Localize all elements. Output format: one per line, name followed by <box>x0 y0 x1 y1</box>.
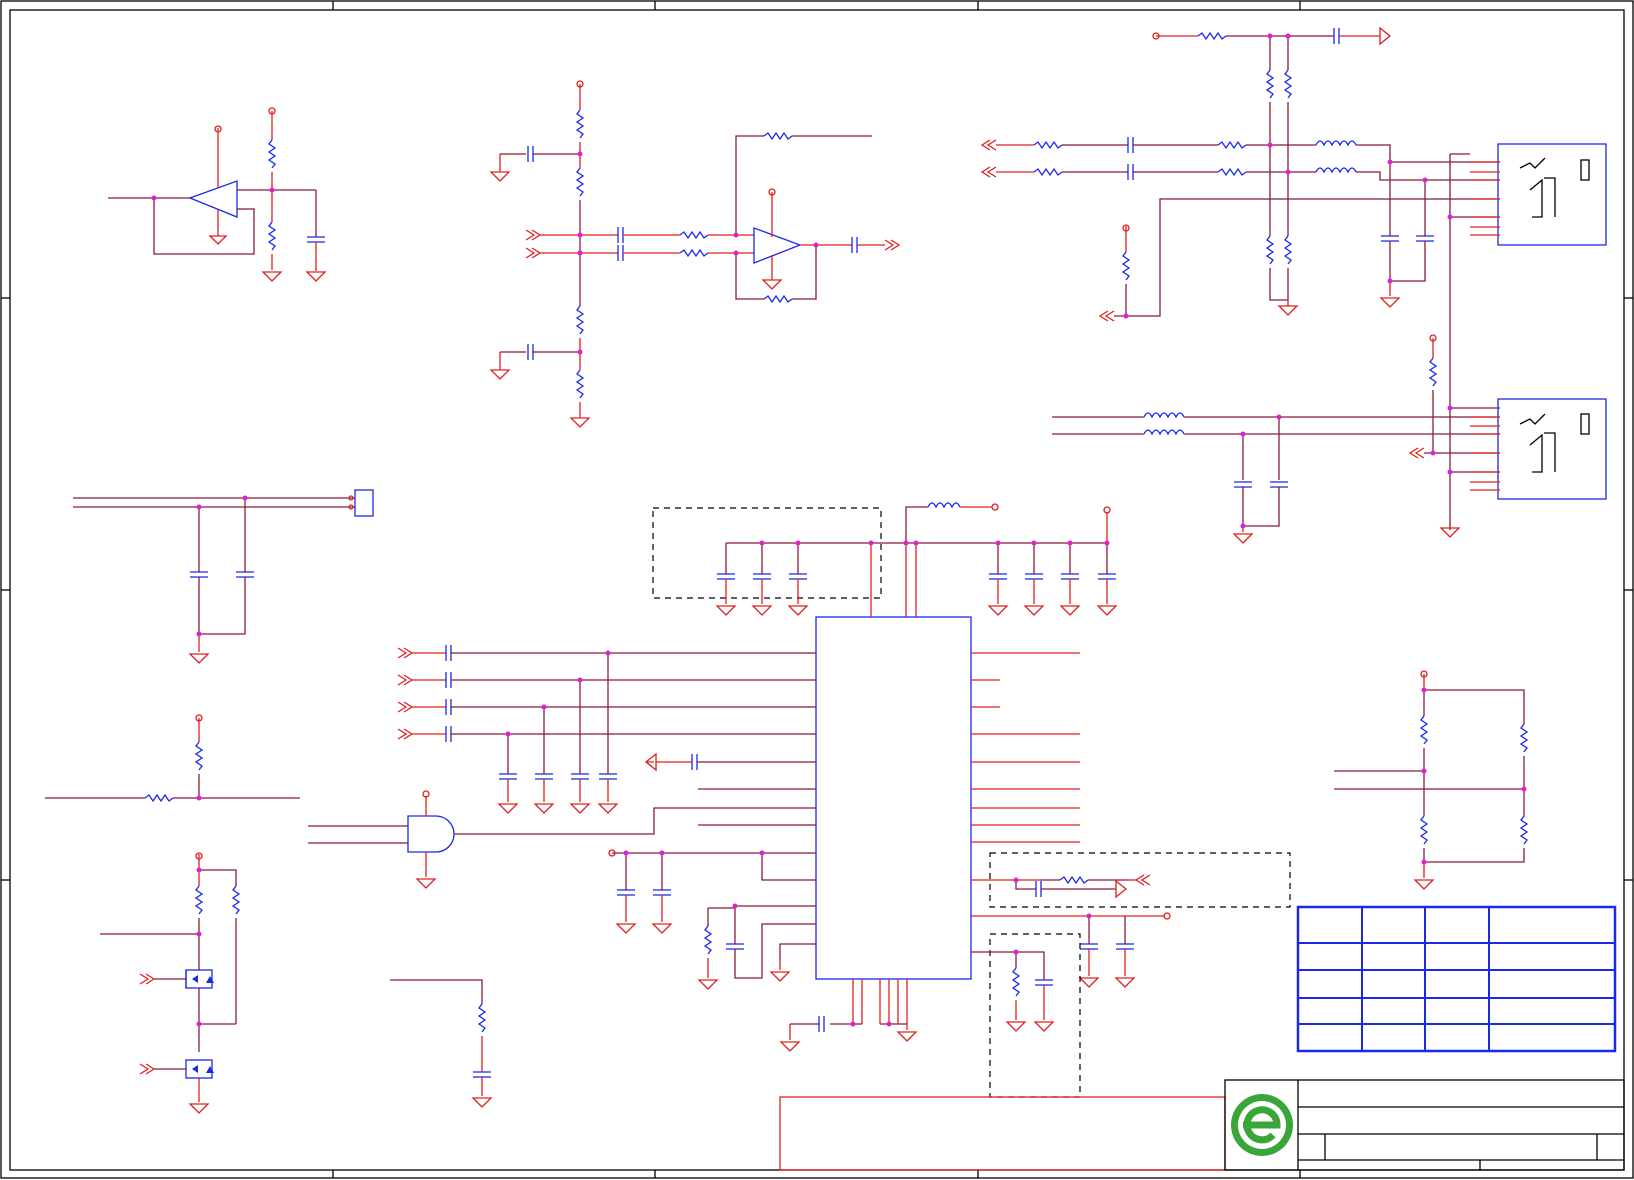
pullup-circuit <box>45 714 300 803</box>
opamp-preamp-symbol <box>753 227 802 264</box>
hp-left-port <box>980 139 997 151</box>
resistor-bridge-circuit <box>1334 670 1529 890</box>
company-logo <box>1231 1094 1293 1156</box>
ferrite-bead-power <box>927 502 961 509</box>
title-block-red-frame <box>779 1096 1226 1171</box>
dashed-group-bottom <box>989 933 1081 1098</box>
dashed-group-top <box>652 507 882 599</box>
and-gate-circuit <box>308 790 816 889</box>
headphone-jack-symbol <box>1497 143 1607 246</box>
preamp-output-port <box>884 239 901 251</box>
codec-ic-symbol <box>815 616 972 980</box>
codec-ic-circuit <box>397 502 1291 1098</box>
mic-jack-circuit <box>1052 334 1607 544</box>
rc-filter-circuit <box>390 979 493 1108</box>
mic-input-p-port <box>525 229 542 241</box>
connector-symbol <box>354 489 374 517</box>
ferrite-bead-left <box>1315 140 1357 147</box>
mosfet-switch-circuit <box>100 852 241 1114</box>
sheet-frame <box>0 0 1634 1179</box>
mic-jack-symbol <box>1497 398 1607 500</box>
opamp-buffer-circuit <box>108 107 327 282</box>
preamp-circuit <box>489 80 901 428</box>
schematic-sheet <box>0 0 1634 1179</box>
opamp-buffer-symbol <box>188 180 238 218</box>
mosfet-q1-symbol <box>185 969 213 989</box>
mic-input-n-port <box>525 247 542 259</box>
connector-circuit <box>73 489 374 664</box>
revision-table <box>1296 905 1617 1053</box>
resistor-divider <box>267 221 277 251</box>
ferrite-bead-right <box>1315 167 1357 174</box>
title-block <box>779 1079 1625 1171</box>
mic-detect-port <box>1408 447 1425 459</box>
and-gate-symbol <box>407 815 455 853</box>
hp-right-port <box>980 166 997 178</box>
mosfet-q2-symbol <box>185 1059 213 1079</box>
hp-detect-port <box>1098 310 1115 322</box>
headphone-output-circuit <box>980 26 1607 538</box>
resistor-pullup <box>267 139 277 169</box>
